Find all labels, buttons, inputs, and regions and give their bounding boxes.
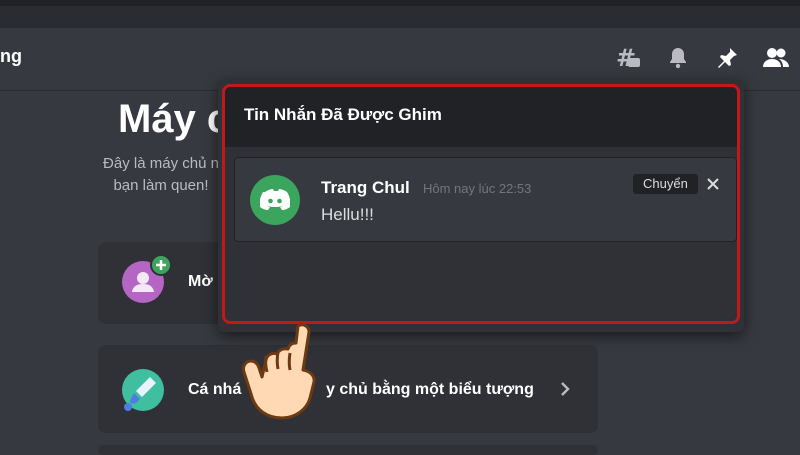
welcome-desc-line1: Đây là máy chủ n	[103, 155, 219, 172]
window-top-strip	[0, 6, 800, 28]
bell-icon[interactable]	[662, 42, 694, 74]
add-badge-icon	[150, 254, 172, 276]
pinned-message[interactable]: Trang Chul Hôm nay lúc 22:53 Hellu!!! Ch…	[234, 157, 737, 242]
next-card-edge	[98, 445, 598, 455]
pinned-list: Trang Chul Hôm nay lúc 22:53 Hellu!!! Ch…	[224, 147, 738, 326]
threads-icon[interactable]: #	[612, 42, 644, 74]
server-icon-card[interactable]: Cá nhá y chủ bằng một biểu tượng	[98, 345, 598, 433]
server-icon-card-label-end: y chủ bằng một biểu tượng	[326, 381, 534, 398]
paintbrush-icon	[122, 369, 164, 411]
pointing-hand-icon	[228, 318, 338, 422]
members-icon[interactable]	[760, 42, 792, 74]
pinned-messages-popout: Tin Nhắn Đã Được Ghim Trang Chul Hôm nay…	[218, 80, 744, 332]
welcome-title: Máy c	[118, 97, 230, 141]
chevron-right-icon	[556, 379, 574, 399]
pinned-header: Tin Nhắn Đã Được Ghim	[224, 86, 738, 147]
jump-button[interactable]: Chuyển	[633, 174, 698, 194]
message-text: Hellu!!!	[321, 205, 374, 224]
pin-icon[interactable]	[711, 42, 743, 74]
welcome-desc-line2: bạn làm quen!	[113, 177, 209, 194]
welcome-description: Đây là máy chủ n bạn làm quen!	[96, 153, 226, 197]
invite-card-label: Mờ	[188, 273, 213, 290]
message-author[interactable]: Trang Chul	[321, 178, 410, 198]
message-timestamp: Hôm nay lúc 22:53	[423, 181, 532, 196]
channel-name: ng	[0, 46, 22, 66]
discord-avatar-icon[interactable]	[250, 175, 300, 225]
pinned-title: Tin Nhắn Đã Được Ghim	[244, 105, 442, 124]
close-icon[interactable]	[703, 173, 723, 195]
